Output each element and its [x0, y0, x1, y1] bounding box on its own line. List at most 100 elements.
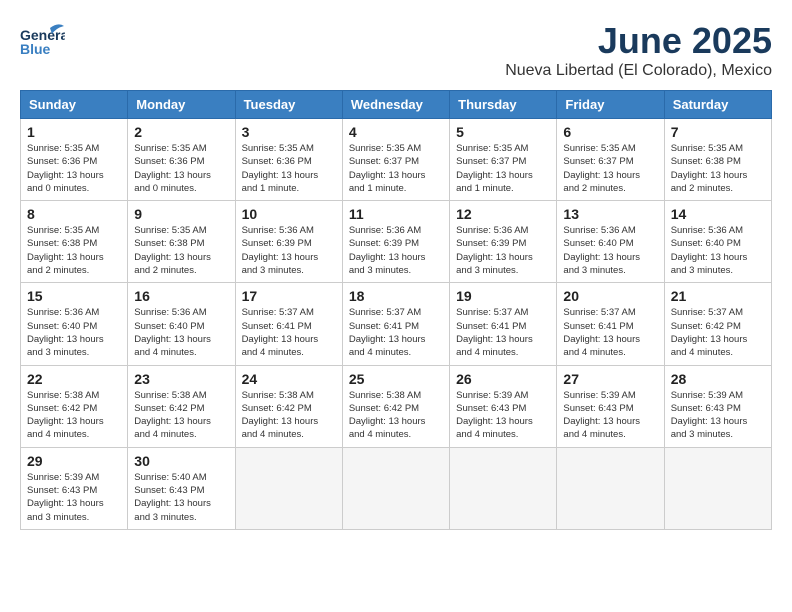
- weekday-header-monday: Monday: [128, 91, 235, 119]
- weekday-header-saturday: Saturday: [664, 91, 771, 119]
- day-cell-29: 29Sunrise: 5:39 AMSunset: 6:43 PMDayligh…: [21, 447, 128, 529]
- day-number: 17: [242, 288, 336, 304]
- day-number: 6: [563, 124, 657, 140]
- day-number: 25: [349, 371, 443, 387]
- day-info: Sunrise: 5:38 AMSunset: 6:42 PMDaylight:…: [349, 389, 443, 442]
- day-cell-5: 5 Sunrise: 5:35 AMSunset: 6:37 PMDaylight…: [450, 119, 557, 201]
- day-cell-26: 26 Sunrise: 5:39 AMSunset: 6:43 PMDayligh…: [450, 365, 557, 447]
- day-cell-17: 17 Sunrise: 5:37 AMSunset: 6:41 PMDayligh…: [235, 283, 342, 365]
- day-number: 8: [27, 206, 121, 222]
- day-info: Sunrise: 5:37 AMSunset: 6:41 PMDaylight:…: [349, 306, 443, 359]
- empty-cell: [342, 447, 449, 529]
- day-number: 20: [563, 288, 657, 304]
- day-number: 3: [242, 124, 336, 140]
- day-cell-3: 3 Sunrise: 5:35 AMSunset: 6:36 PMDaylight…: [235, 119, 342, 201]
- day-cell-24: 24 Sunrise: 5:38 AMSunset: 6:42 PMDayligh…: [235, 365, 342, 447]
- day-info: Sunrise: 5:36 AMSunset: 6:40 PMDaylight:…: [671, 224, 765, 277]
- day-info: Sunrise: 5:39 AMSunset: 6:43 PMDaylight:…: [563, 389, 657, 442]
- day-number: 13: [563, 206, 657, 222]
- day-number: 30: [134, 453, 228, 469]
- day-cell-2: 2Sunrise: 5:35 AMSunset: 6:36 PMDaylight…: [128, 119, 235, 201]
- day-info: Sunrise: 5:35 AMSunset: 6:38 PMDaylight:…: [671, 142, 765, 195]
- day-cell-6: 6 Sunrise: 5:35 AMSunset: 6:37 PMDaylight…: [557, 119, 664, 201]
- day-cell-8: 8 Sunrise: 5:35 AMSunset: 6:38 PMDaylight…: [21, 201, 128, 283]
- header: General Blue June 2025 Nueva Libertad (E…: [20, 20, 772, 80]
- day-info: Sunrise: 5:39 AMSunset: 6:43 PMDaylight:…: [671, 389, 765, 442]
- logo-icon: General Blue: [20, 20, 65, 65]
- day-info: Sunrise: 5:35 AMSunset: 6:36 PMDaylight:…: [242, 142, 336, 195]
- day-number: 27: [563, 371, 657, 387]
- day-info: Sunrise: 5:37 AMSunset: 6:42 PMDaylight:…: [671, 306, 765, 359]
- location-title: Nueva Libertad (El Colorado), Mexico: [505, 62, 772, 80]
- day-number: 15: [27, 288, 121, 304]
- day-number: 9: [134, 206, 228, 222]
- day-number: 4: [349, 124, 443, 140]
- day-number: 1: [27, 124, 121, 140]
- day-number: 5: [456, 124, 550, 140]
- day-number: 11: [349, 206, 443, 222]
- svg-text:Blue: Blue: [20, 41, 51, 57]
- day-info: Sunrise: 5:38 AMSunset: 6:42 PMDaylight:…: [242, 389, 336, 442]
- weekday-header-sunday: Sunday: [21, 91, 128, 119]
- day-info: Sunrise: 5:39 AMSunset: 6:43 PMDaylight:…: [27, 471, 121, 524]
- day-number: 14: [671, 206, 765, 222]
- day-cell-18: 18 Sunrise: 5:37 AMSunset: 6:41 PMDayligh…: [342, 283, 449, 365]
- day-cell-28: 28Sunrise: 5:39 AMSunset: 6:43 PMDayligh…: [664, 365, 771, 447]
- day-cell-4: 4Sunrise: 5:35 AMSunset: 6:37 PMDaylight…: [342, 119, 449, 201]
- day-number: 24: [242, 371, 336, 387]
- day-cell-21: 21 Sunrise: 5:37 AMSunset: 6:42 PMDayligh…: [664, 283, 771, 365]
- day-cell-20: 20Sunrise: 5:37 AMSunset: 6:41 PMDayligh…: [557, 283, 664, 365]
- day-number: 12: [456, 206, 550, 222]
- day-cell-11: 11 Sunrise: 5:36 AMSunset: 6:39 PMDayligh…: [342, 201, 449, 283]
- day-info: Sunrise: 5:37 AMSunset: 6:41 PMDaylight:…: [456, 306, 550, 359]
- day-cell-12: 12Sunrise: 5:36 AMSunset: 6:39 PMDayligh…: [450, 201, 557, 283]
- calendar-row: 1 Sunrise: 5:35 AMSunset: 6:36 PMDaylight…: [21, 119, 772, 201]
- calendar-row: 22Sunrise: 5:38 AMSunset: 6:42 PMDayligh…: [21, 365, 772, 447]
- day-number: 26: [456, 371, 550, 387]
- day-cell-9: 9 Sunrise: 5:35 AMSunset: 6:38 PMDaylight…: [128, 201, 235, 283]
- weekday-header-friday: Friday: [557, 91, 664, 119]
- day-cell-30: 30 Sunrise: 5:40 AMSunset: 6:43 PMDayligh…: [128, 447, 235, 529]
- day-cell-25: 25 Sunrise: 5:38 AMSunset: 6:42 PMDayligh…: [342, 365, 449, 447]
- empty-cell: [664, 447, 771, 529]
- day-cell-7: 7Sunrise: 5:35 AMSunset: 6:38 PMDaylight…: [664, 119, 771, 201]
- logo: General Blue: [20, 20, 65, 65]
- day-cell-22: 22Sunrise: 5:38 AMSunset: 6:42 PMDayligh…: [21, 365, 128, 447]
- day-cell-14: 14 Sunrise: 5:36 AMSunset: 6:40 PMDayligh…: [664, 201, 771, 283]
- day-info: Sunrise: 5:36 AMSunset: 6:39 PMDaylight:…: [242, 224, 336, 277]
- day-cell-10: 10Sunrise: 5:36 AMSunset: 6:39 PMDayligh…: [235, 201, 342, 283]
- day-cell-19: 19Sunrise: 5:37 AMSunset: 6:41 PMDayligh…: [450, 283, 557, 365]
- weekday-header-thursday: Thursday: [450, 91, 557, 119]
- month-title: June 2025: [505, 20, 772, 62]
- weekday-header-wednesday: Wednesday: [342, 91, 449, 119]
- day-info: Sunrise: 5:35 AMSunset: 6:37 PMDaylight:…: [563, 142, 657, 195]
- day-number: 23: [134, 371, 228, 387]
- day-info: Sunrise: 5:36 AMSunset: 6:39 PMDaylight:…: [349, 224, 443, 277]
- day-number: 2: [134, 124, 228, 140]
- calendar-row: 8 Sunrise: 5:35 AMSunset: 6:38 PMDaylight…: [21, 201, 772, 283]
- calendar: SundayMondayTuesdayWednesdayThursdayFrid…: [20, 90, 772, 530]
- calendar-row: 29Sunrise: 5:39 AMSunset: 6:43 PMDayligh…: [21, 447, 772, 529]
- day-info: Sunrise: 5:40 AMSunset: 6:43 PMDaylight:…: [134, 471, 228, 524]
- day-cell-23: 23 Sunrise: 5:38 AMSunset: 6:42 PMDayligh…: [128, 365, 235, 447]
- day-info: Sunrise: 5:39 AMSunset: 6:43 PMDaylight:…: [456, 389, 550, 442]
- day-cell-16: 16 Sunrise: 5:36 AMSunset: 6:40 PMDayligh…: [128, 283, 235, 365]
- weekday-header-row: SundayMondayTuesdayWednesdayThursdayFrid…: [21, 91, 772, 119]
- day-info: Sunrise: 5:35 AMSunset: 6:37 PMDaylight:…: [456, 142, 550, 195]
- day-cell-13: 13Sunrise: 5:36 AMSunset: 6:40 PMDayligh…: [557, 201, 664, 283]
- day-info: Sunrise: 5:35 AMSunset: 6:36 PMDaylight:…: [27, 142, 121, 195]
- title-section: June 2025 Nueva Libertad (El Colorado), …: [505, 20, 772, 80]
- day-info: Sunrise: 5:35 AMSunset: 6:38 PMDaylight:…: [27, 224, 121, 277]
- day-info: Sunrise: 5:35 AMSunset: 6:38 PMDaylight:…: [134, 224, 228, 277]
- day-cell-15: 15 Sunrise: 5:36 AMSunset: 6:40 PMDayligh…: [21, 283, 128, 365]
- day-info: Sunrise: 5:37 AMSunset: 6:41 PMDaylight:…: [242, 306, 336, 359]
- day-info: Sunrise: 5:38 AMSunset: 6:42 PMDaylight:…: [134, 389, 228, 442]
- day-number: 21: [671, 288, 765, 304]
- day-info: Sunrise: 5:38 AMSunset: 6:42 PMDaylight:…: [27, 389, 121, 442]
- day-info: Sunrise: 5:36 AMSunset: 6:40 PMDaylight:…: [27, 306, 121, 359]
- day-number: 16: [134, 288, 228, 304]
- day-cell-1: 1 Sunrise: 5:35 AMSunset: 6:36 PMDaylight…: [21, 119, 128, 201]
- day-number: 18: [349, 288, 443, 304]
- weekday-header-tuesday: Tuesday: [235, 91, 342, 119]
- day-info: Sunrise: 5:36 AMSunset: 6:40 PMDaylight:…: [134, 306, 228, 359]
